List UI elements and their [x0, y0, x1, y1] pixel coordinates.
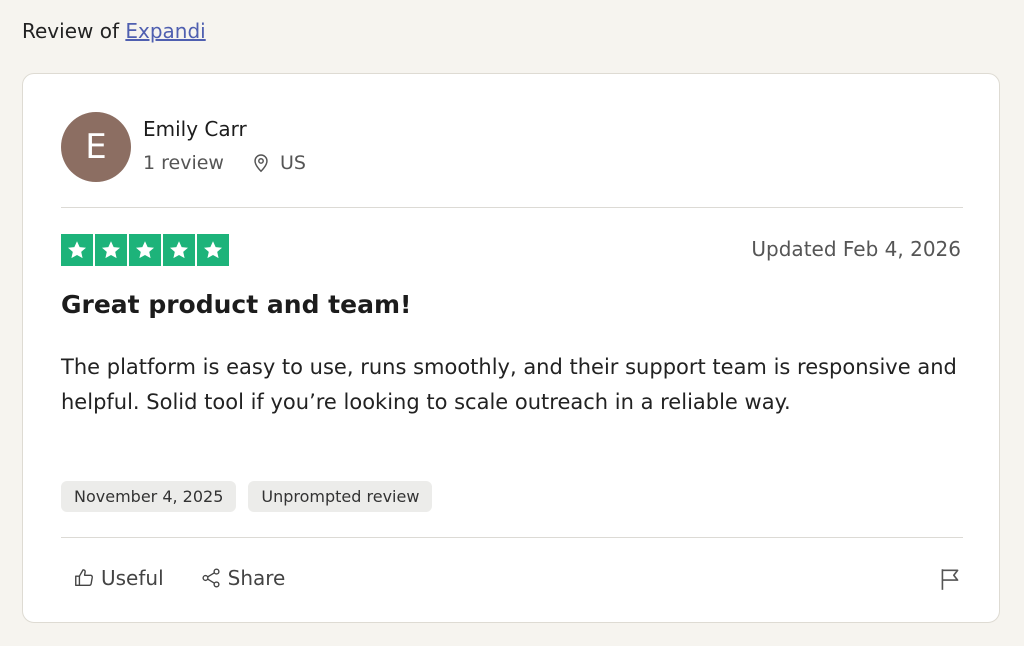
review-count: 1 review — [143, 152, 224, 174]
review-of-prefix: Review of — [22, 19, 119, 43]
review-of-heading: Review of Expandi — [22, 19, 206, 43]
updated-date: Updated Feb 4, 2026 — [751, 237, 961, 261]
review-body: The platform is easy to use, runs smooth… — [61, 355, 957, 414]
unprompted-review-tag: Unprompted review — [248, 481, 433, 512]
divider-bottom — [61, 537, 963, 538]
reviewer-meta: 1 review US — [143, 152, 306, 174]
review-title: Great product and team! — [61, 290, 412, 319]
useful-label: Useful — [101, 566, 164, 590]
star-icon — [95, 234, 127, 266]
experience-date-tag: November 4, 2025 — [61, 481, 237, 512]
share-icon — [202, 568, 220, 588]
star-icon — [163, 234, 195, 266]
flag-icon[interactable] — [937, 566, 963, 592]
star-icon — [129, 234, 161, 266]
star-icon — [197, 234, 229, 266]
review-actions: Useful Share — [73, 566, 285, 590]
divider-top — [61, 207, 963, 208]
review-tags: November 4, 2025 Unprompted review — [61, 481, 433, 512]
company-link[interactable]: Expandi — [125, 19, 205, 43]
share-label: Share — [227, 566, 286, 590]
avatar[interactable]: E — [61, 112, 131, 182]
review-card: E Emily Carr 1 review US Updated Feb 4, … — [22, 73, 1000, 623]
reviewer-name[interactable]: Emily Carr — [143, 117, 247, 141]
star-icon — [61, 234, 93, 266]
reviewer-location: US — [279, 152, 306, 174]
useful-button[interactable]: Useful — [73, 566, 164, 590]
location-pin-icon — [254, 154, 268, 173]
star-rating — [61, 234, 229, 266]
thumbs-up-icon — [75, 569, 93, 587]
share-button[interactable]: Share — [200, 566, 286, 590]
